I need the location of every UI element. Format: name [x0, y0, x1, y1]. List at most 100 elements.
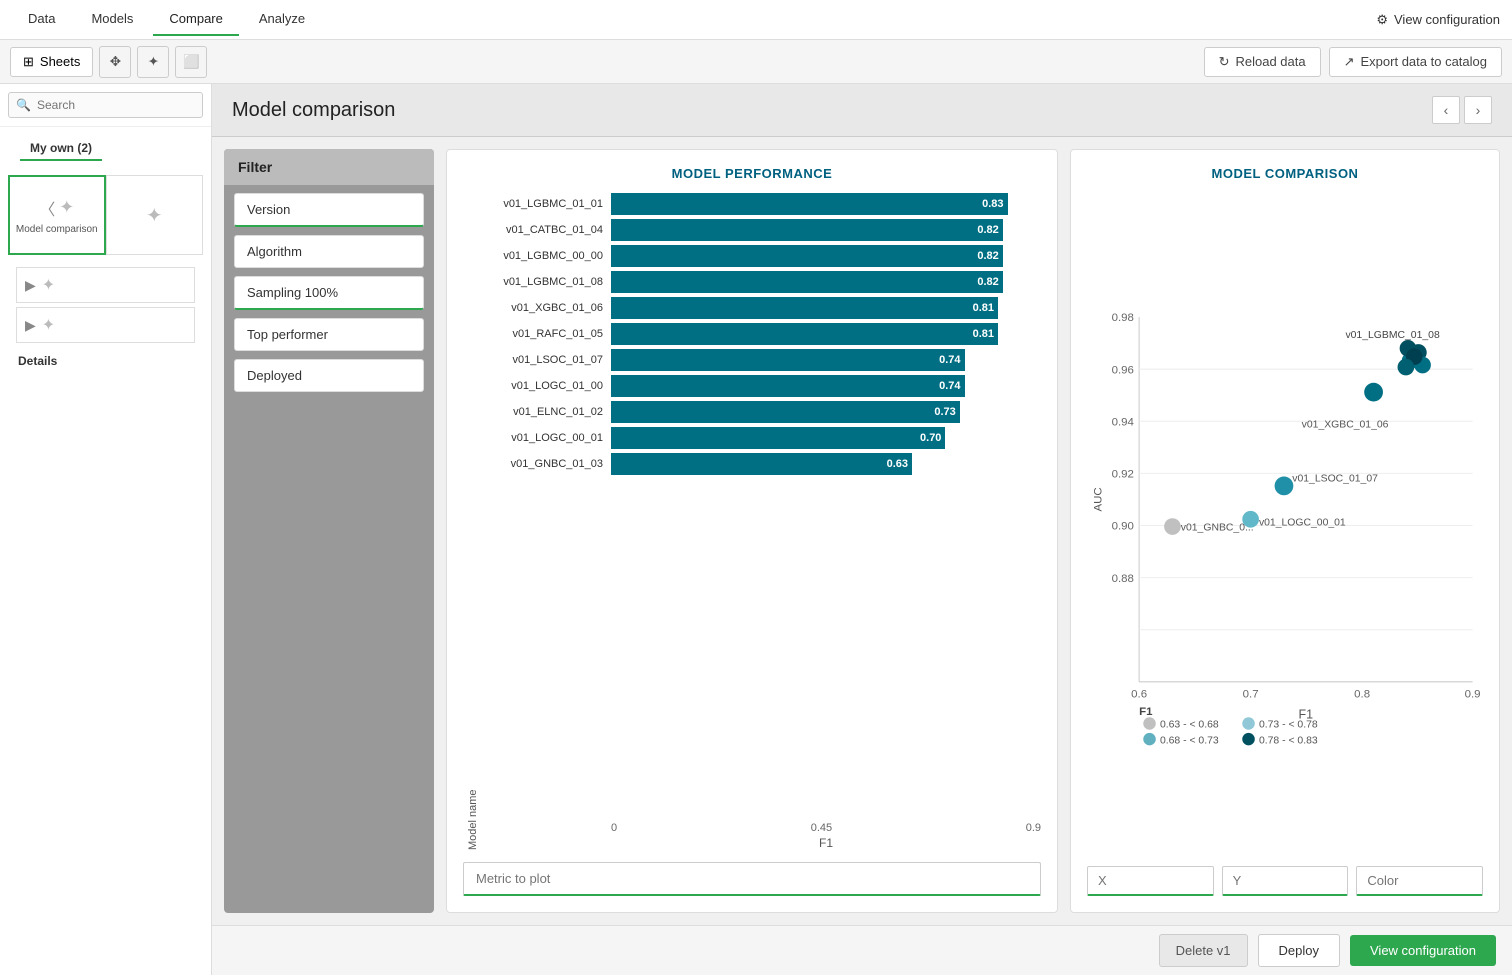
bottom-bar: Delete v1 Deploy View configuration	[212, 925, 1512, 975]
y-axis-input[interactable]	[1222, 866, 1349, 896]
toolbar-icon-btn-1[interactable]: ✥	[99, 46, 131, 78]
tab-data[interactable]: Data	[12, 3, 71, 36]
bar-value: 0.81	[973, 302, 994, 314]
scatter-point	[1364, 383, 1383, 402]
bar-value: 0.82	[977, 224, 998, 236]
svg-text:v01_LSOC_01_07: v01_LSOC_01_07	[1292, 474, 1378, 485]
view-config-bottom-button[interactable]: View configuration	[1350, 935, 1496, 966]
bar-value: 0.83	[982, 198, 1003, 210]
scatter-point	[1275, 477, 1294, 496]
scatter-point	[1398, 359, 1415, 376]
sheet-arrow-icon-2: ▶	[25, 317, 36, 334]
svg-text:0.63 - < 0.68: 0.63 - < 0.68	[1160, 720, 1219, 731]
tab-compare[interactable]: Compare	[153, 3, 238, 36]
search-icon: 🔍	[16, 98, 31, 112]
content-header: Model comparison ‹ ›	[212, 84, 1512, 137]
bar-track: 0.82	[611, 245, 1041, 267]
filter-panel: Filter Version Algorithm Sampling 100% T…	[224, 149, 434, 913]
prev-arrow[interactable]: ‹	[1432, 96, 1460, 124]
bar-fill: 0.82	[611, 245, 1003, 267]
bar-track: 0.70	[611, 427, 1041, 449]
deploy-button[interactable]: Deploy	[1258, 934, 1340, 967]
filter-top-performer[interactable]: Top performer	[234, 318, 424, 351]
sheet-star-icon-2: ✦	[146, 203, 163, 228]
bar-label: v01_LGBMC_00_00	[483, 250, 603, 262]
sheet-blank-1[interactable]: ✦	[106, 175, 204, 255]
bar-label: v01_LGBMC_01_01	[483, 198, 603, 210]
tab-analyze[interactable]: Analyze	[243, 3, 321, 36]
main-layout: 🔍 My own (2) 〈 ✦ Model comparison ✦ ▶ ✦	[0, 84, 1512, 975]
x-axis-input[interactable]	[1087, 866, 1214, 896]
bar-track: 0.82	[611, 219, 1041, 241]
x-axis-ticks: 0 0.45 0.9	[483, 818, 1041, 834]
bar-value: 0.63	[887, 458, 908, 470]
svg-text:0.90: 0.90	[1112, 521, 1134, 533]
bar-row: v01_LSOC_01_070.74	[483, 349, 1041, 371]
sheets-grid: 〈 ✦ Model comparison ✦	[0, 167, 211, 263]
bar-label: v01_ELNC_01_02	[483, 406, 603, 418]
tab-models[interactable]: Models	[75, 3, 149, 36]
search-input[interactable]	[8, 92, 203, 118]
svg-text:v01_XGBC_01_06: v01_XGBC_01_06	[1302, 420, 1389, 431]
next-arrow[interactable]: ›	[1464, 96, 1492, 124]
sheets-button[interactable]: ⊞ Sheets	[10, 47, 93, 77]
filter-header: Filter	[224, 149, 434, 185]
bar-row: v01_LGBMC_01_080.82	[483, 271, 1041, 293]
view-config-button[interactable]: ⚙ View configuration	[1376, 12, 1500, 28]
svg-text:0.94: 0.94	[1112, 416, 1135, 428]
bar-value: 0.73	[934, 406, 955, 418]
content-area: Model comparison ‹ › Filter Version Algo…	[212, 84, 1512, 975]
nav-tabs: Data Models Compare Analyze	[12, 3, 321, 36]
toolbar-icon-btn-2[interactable]: ✦	[137, 46, 169, 78]
sheet-star-icon-3: ✦	[42, 275, 55, 295]
details-header: Details	[8, 347, 203, 372]
y-axis-input-area	[1222, 866, 1349, 896]
sidebar: 🔍 My own (2) 〈 ✦ Model comparison ✦ ▶ ✦	[0, 84, 212, 975]
bar-row: v01_GNBC_01_030.63	[483, 453, 1041, 475]
panels-row: Filter Version Algorithm Sampling 100% T…	[212, 137, 1512, 925]
reload-data-button[interactable]: ↻ Reload data	[1204, 47, 1321, 77]
bar-value: 0.70	[920, 432, 941, 444]
export-catalog-button[interactable]: ↗ Export data to catalog	[1329, 47, 1502, 77]
bar-value: 0.82	[977, 276, 998, 288]
bar-label: v01_LSOC_01_07	[483, 354, 603, 366]
bar-label: v01_RAFC_01_05	[483, 328, 603, 340]
color-input[interactable]	[1356, 866, 1483, 896]
svg-text:F1: F1	[1139, 706, 1153, 718]
bar-chart-wrap: Model name v01_LGBMC_01_010.83v01_CATBC_…	[463, 193, 1041, 850]
filter-deployed[interactable]: Deployed	[234, 359, 424, 392]
sheet-star-icon-4: ✦	[42, 315, 55, 335]
bar-row: v01_XGBC_01_06 0.81	[483, 297, 1041, 319]
bar-label: v01_XGBC_01_06	[483, 302, 603, 314]
svg-text:0.9: 0.9	[1465, 688, 1481, 700]
sidebar-search-area: 🔍	[0, 84, 211, 127]
bar-fill: 0.81	[611, 323, 998, 345]
sheet-model-comparison[interactable]: 〈 ✦ Model comparison	[8, 175, 106, 255]
metric-to-plot-input[interactable]	[463, 862, 1041, 896]
delete-v1-button[interactable]: Delete v1	[1159, 934, 1248, 967]
svg-text:0.78 - < 0.83: 0.78 - < 0.83	[1259, 735, 1318, 746]
bar-label: v01_LOGC_01_00	[483, 380, 603, 392]
bar-chart-panel: MODEL PERFORMANCE Model name v01_LGBMC_0…	[446, 149, 1058, 913]
my-own-section: My own (2)	[0, 127, 211, 167]
bar-fill: 0.82	[611, 219, 1003, 241]
bar-row: v01_LOGC_00_010.70	[483, 427, 1041, 449]
svg-text:0.68 - < 0.73: 0.68 - < 0.73	[1160, 735, 1219, 746]
svg-text:0.7: 0.7	[1243, 688, 1259, 700]
sheet-single-1[interactable]: ▶ ✦	[16, 267, 195, 303]
filter-sampling[interactable]: Sampling 100%	[234, 276, 424, 310]
page-title: Model comparison	[232, 99, 395, 122]
scatter-svg: 0.98 0.96 0.94 0.92 0.90 0.88 0.6 0.7 0.…	[1087, 193, 1483, 858]
scatter-point	[1242, 511, 1259, 528]
sheet-single-2[interactable]: ▶ ✦	[16, 307, 195, 343]
x-axis-input-area	[1087, 866, 1214, 896]
filter-version[interactable]: Version	[234, 193, 424, 227]
reload-icon: ↻	[1219, 54, 1230, 70]
filter-algorithm[interactable]: Algorithm	[234, 235, 424, 268]
svg-text:v01_LOGC_00_01: v01_LOGC_00_01	[1259, 518, 1346, 529]
bar-fill: 0.83	[611, 193, 1008, 215]
svg-text:0.6: 0.6	[1131, 688, 1147, 700]
details-label: Details	[18, 354, 57, 368]
bar-track: 0.73	[611, 401, 1041, 423]
toolbar-icon-btn-3[interactable]: ⬜	[175, 46, 207, 78]
